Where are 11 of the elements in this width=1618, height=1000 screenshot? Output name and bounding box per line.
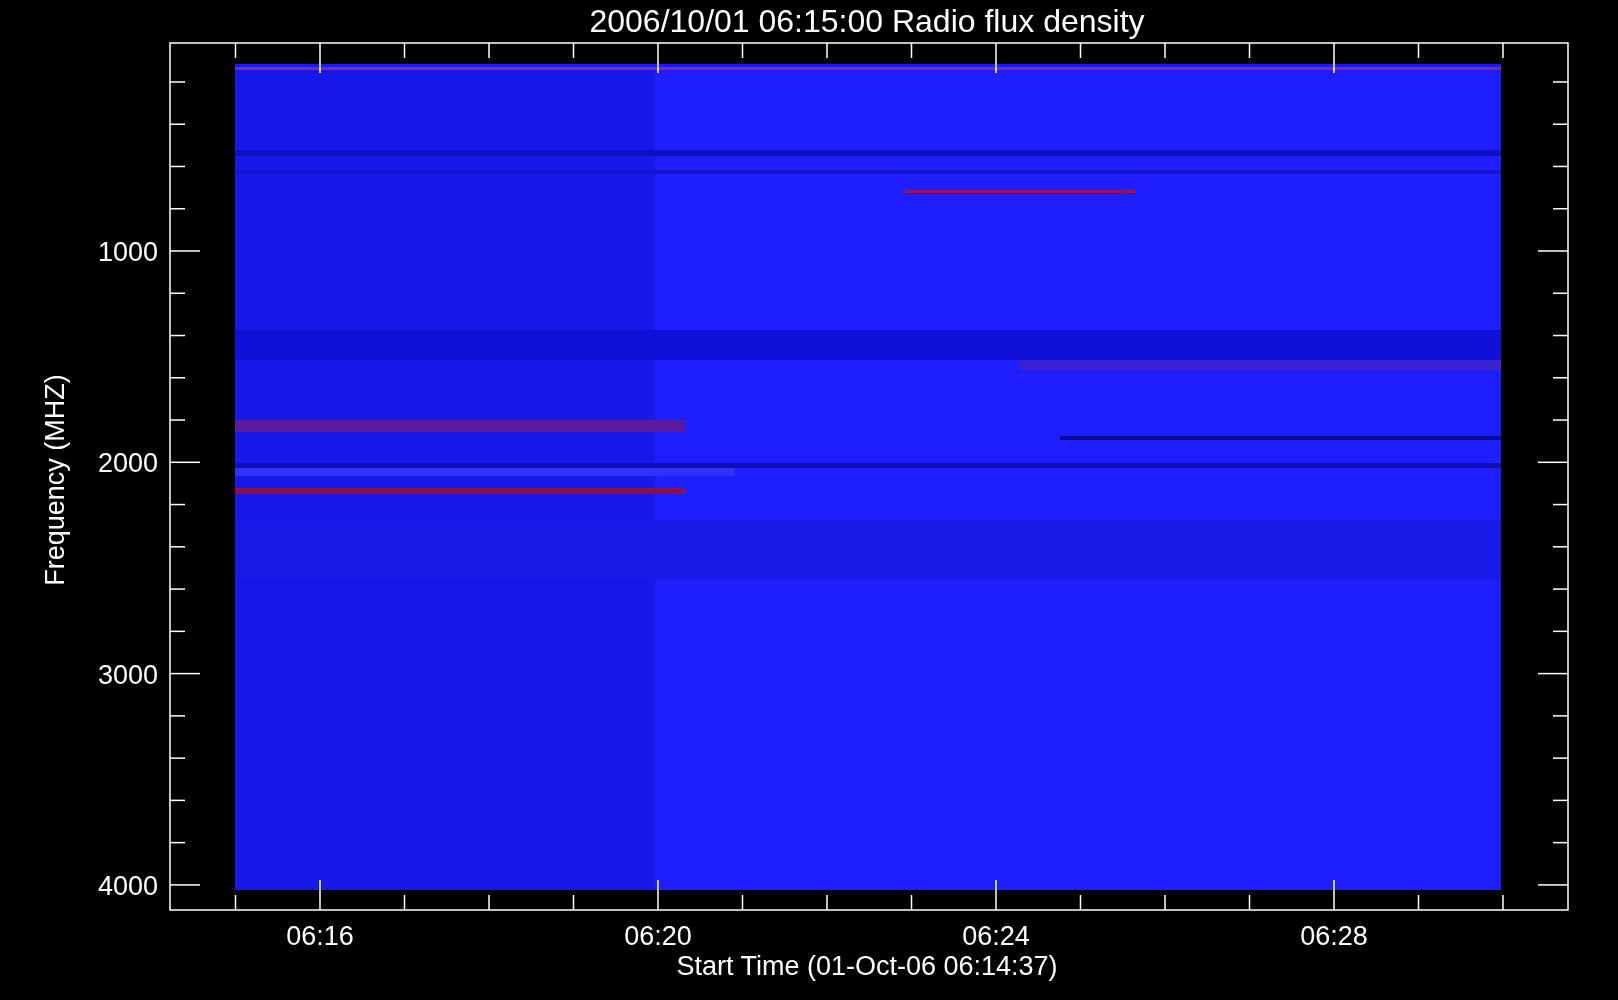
y-tick-label: 1000: [97, 237, 158, 267]
x-tick-label: 06:24: [962, 921, 1030, 951]
y-tick-label: 4000: [97, 870, 158, 901]
x-axis-label: Start Time (01-Oct-06 06:14:37): [676, 951, 1058, 981]
x-tick-label: 06:20: [624, 921, 692, 951]
chart-title: 2006/10/01 06:15:00 Radio flux density: [589, 3, 1145, 39]
x-tick-label: 06:16: [286, 921, 354, 951]
x-tick-label: 06:28: [1300, 921, 1368, 951]
y-axis-label: Frequency (MHZ): [40, 374, 70, 586]
y-tick-label: 2000: [97, 448, 158, 479]
y-tick-label: 3000: [97, 659, 158, 690]
